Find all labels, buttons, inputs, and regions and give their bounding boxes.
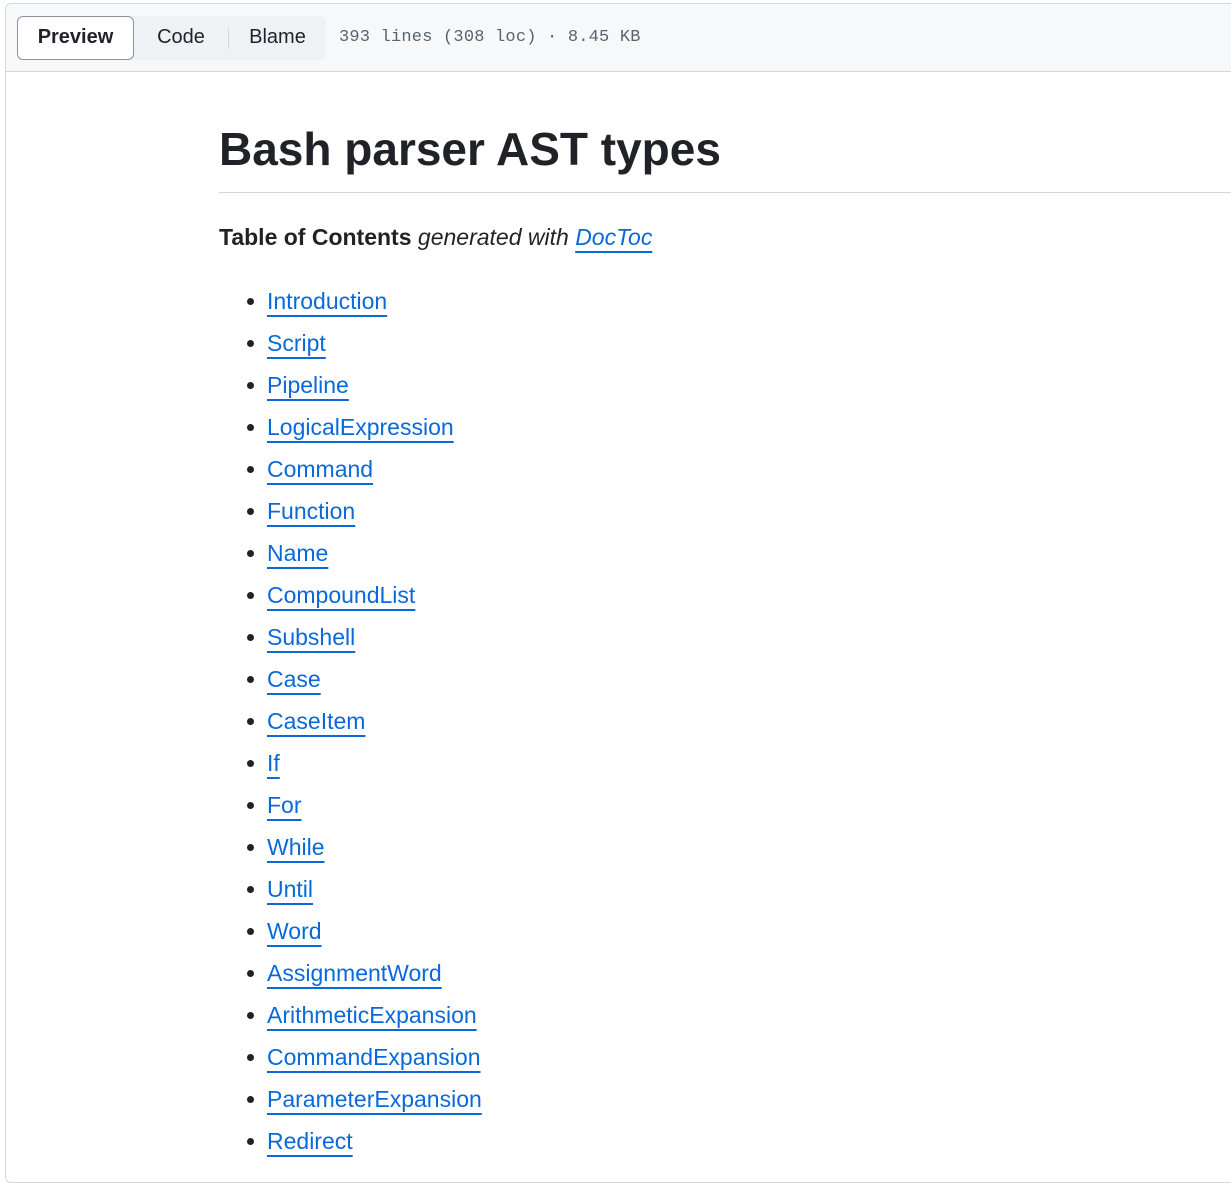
- toc-link[interactable]: Until: [267, 876, 313, 902]
- bullet-icon: [247, 760, 254, 767]
- bullet-icon: [247, 1138, 254, 1145]
- toc-link[interactable]: CompoundList: [267, 582, 415, 608]
- bullet-icon: [247, 634, 254, 641]
- toc-item: Redirect: [219, 1120, 1231, 1162]
- toc-link[interactable]: Script: [267, 330, 326, 356]
- bullet-icon: [247, 1096, 254, 1103]
- toc-item: Pipeline: [219, 364, 1231, 406]
- toc-link[interactable]: AssignmentWord: [267, 960, 442, 986]
- toc-link[interactable]: Introduction: [267, 288, 387, 314]
- toc-link[interactable]: For: [267, 792, 302, 818]
- bullet-icon: [247, 550, 254, 557]
- toc-link[interactable]: CaseItem: [267, 708, 365, 734]
- toc-item: Case: [219, 658, 1231, 700]
- toc-item: Script: [219, 322, 1231, 364]
- toc-link[interactable]: Redirect: [267, 1128, 353, 1154]
- toc-item: AssignmentWord: [219, 952, 1231, 994]
- toc-item: While: [219, 826, 1231, 868]
- markdown-body: Bash parser AST types Table of Contents …: [219, 72, 1231, 1162]
- toc-item: Name: [219, 532, 1231, 574]
- view-mode-switcher: Preview Code Blame: [17, 15, 326, 60]
- bullet-icon: [247, 466, 254, 473]
- bullet-icon: [247, 508, 254, 515]
- bullet-icon: [247, 718, 254, 725]
- toc-item: Word: [219, 910, 1231, 952]
- toc-item: Until: [219, 868, 1231, 910]
- toc-item: Introduction: [219, 280, 1231, 322]
- toc-item: CommandExpansion: [219, 1036, 1231, 1078]
- toc-list: Introduction Script Pipeline LogicalExpress…: [219, 280, 1231, 1162]
- toc-link[interactable]: CommandExpansion: [267, 1044, 481, 1070]
- bullet-icon: [247, 970, 254, 977]
- toc-intro: Table of Contents generated with DocToc: [219, 223, 1231, 251]
- bullet-icon: [247, 1054, 254, 1061]
- bullet-icon: [247, 676, 254, 683]
- toc-item: For: [219, 784, 1231, 826]
- toc-item: CaseItem: [219, 700, 1231, 742]
- toc-item: ArithmeticExpansion: [219, 994, 1231, 1036]
- bullet-icon: [247, 844, 254, 851]
- bullet-icon: [247, 592, 254, 599]
- toc-link[interactable]: Pipeline: [267, 372, 349, 398]
- toc-item: Subshell: [219, 616, 1231, 658]
- file-viewer: Preview Code Blame 393 lines (308 loc) ·…: [5, 3, 1231, 1183]
- toc-link[interactable]: ArithmeticExpansion: [267, 1002, 477, 1028]
- toc-intro-italic: generated with: [417, 224, 569, 250]
- code-tab[interactable]: Code: [134, 16, 228, 60]
- toc-intro-bold: Table of Contents: [219, 224, 412, 250]
- bullet-icon: [247, 802, 254, 809]
- bullet-icon: [247, 886, 254, 893]
- toc-link[interactable]: Command: [267, 456, 373, 482]
- toc-item: Function: [219, 490, 1231, 532]
- toc-link[interactable]: Case: [267, 666, 321, 692]
- toc-link[interactable]: LogicalExpression: [267, 414, 454, 440]
- toc-link[interactable]: Name: [267, 540, 328, 566]
- toc-item: If: [219, 742, 1231, 784]
- toc-item: CompoundList: [219, 574, 1231, 616]
- toc-link[interactable]: Word: [267, 918, 322, 944]
- file-stats: 393 lines (308 loc) · 8.45 KB: [339, 28, 641, 47]
- toc-item: Command: [219, 448, 1231, 490]
- toc-link[interactable]: While: [267, 834, 325, 860]
- file-toolbar: Preview Code Blame 393 lines (308 loc) ·…: [6, 4, 1231, 72]
- bullet-icon: [247, 1012, 254, 1019]
- bullet-icon: [247, 928, 254, 935]
- bullet-icon: [247, 340, 254, 347]
- toc-link[interactable]: Subshell: [267, 624, 355, 650]
- doctoc-link[interactable]: DocToc: [575, 224, 652, 250]
- toc-link[interactable]: ParameterExpansion: [267, 1086, 482, 1112]
- bullet-icon: [247, 424, 254, 431]
- toc-item: ParameterExpansion: [219, 1078, 1231, 1120]
- toc-link[interactable]: If: [267, 750, 280, 776]
- blame-tab[interactable]: Blame: [229, 16, 326, 60]
- toc-link[interactable]: Function: [267, 498, 355, 524]
- toc-item: LogicalExpression: [219, 406, 1231, 448]
- bullet-icon: [247, 382, 254, 389]
- page-title: Bash parser AST types: [219, 72, 1231, 193]
- bullet-icon: [247, 298, 254, 305]
- preview-tab[interactable]: Preview: [17, 15, 134, 60]
